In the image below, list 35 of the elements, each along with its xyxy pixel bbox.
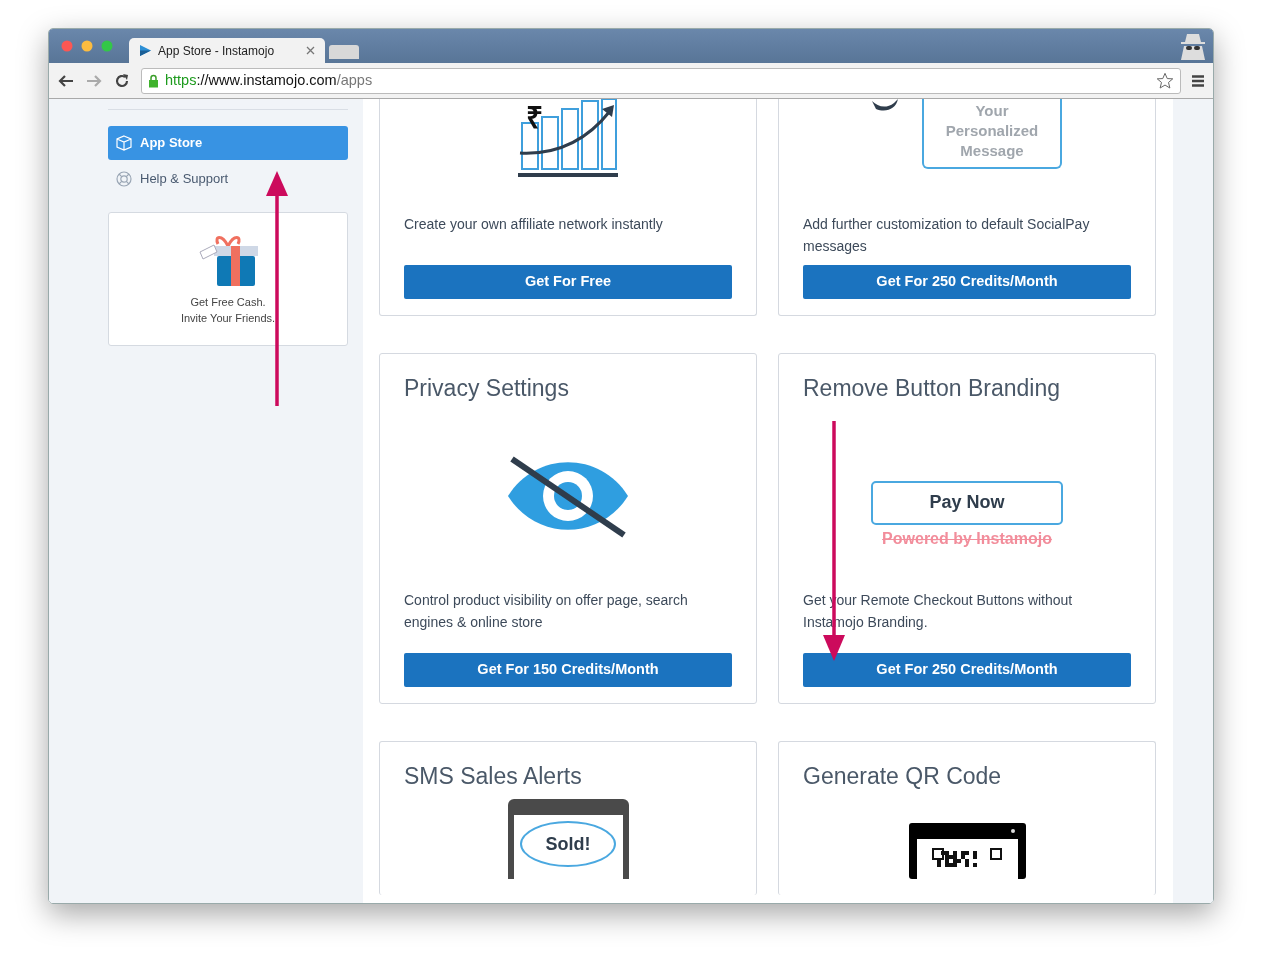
card-description: Add further customization to default SocialPay messages xyxy=(803,215,1091,256)
browser-tab[interactable]: App Store - Instamojo xyxy=(129,38,325,63)
card-title: Generate QR Code xyxy=(803,762,1003,790)
triangle-logo-icon xyxy=(139,44,152,57)
card-title: Privacy Settings xyxy=(404,374,570,402)
message-box: Your Personalized Message xyxy=(922,99,1062,169)
close-icon[interactable] xyxy=(306,46,315,55)
lifebuoy-icon xyxy=(116,171,132,187)
promo-card[interactable]: Get Free Cash. Invite Your Friends. xyxy=(108,212,348,346)
card-description: Control product visibility on offer page, search engines & online store xyxy=(404,591,689,632)
tab-title: App Store - Instamojo xyxy=(158,42,276,60)
cube-icon xyxy=(116,135,132,151)
reload-icon[interactable] xyxy=(113,71,131,90)
address-bar[interactable]: https://www.instamojo.com/apps xyxy=(141,67,1181,94)
forward-arrow-icon[interactable] xyxy=(85,72,103,89)
url-text: https://www.instamojo.com/apps xyxy=(165,70,374,90)
promo-text: Get Free Cash. Invite Your Friends. xyxy=(180,295,276,326)
qr-code-tablet-icon xyxy=(908,823,1026,879)
star-icon[interactable] xyxy=(1156,71,1174,90)
card-title: Remove Button Branding xyxy=(803,374,1061,402)
struck-text: Powered by Instamojo xyxy=(881,528,1053,549)
sold-bubble: Sold! xyxy=(520,821,616,867)
get-button[interactable]: Get For 150 Credits/Month xyxy=(404,653,732,687)
lock-icon xyxy=(148,73,159,88)
get-button[interactable]: Get For 250 Credits/Month xyxy=(803,265,1131,299)
get-button[interactable]: Get For Free xyxy=(404,265,732,299)
bar-chart-icon xyxy=(518,99,618,179)
back-arrow-icon[interactable] xyxy=(57,72,75,89)
pay-now-button[interactable]: Pay Now xyxy=(871,480,1063,525)
card-description: Create your own affiliate network instantly xyxy=(404,215,664,234)
get-button[interactable]: Get For 250 Credits/Month xyxy=(803,653,1131,687)
card-title: SMS Sales Alerts xyxy=(404,762,583,790)
minimize-window-icon[interactable] xyxy=(81,40,93,52)
sidebar-item[interactable]: Help & Support xyxy=(108,162,348,196)
menu-icon[interactable] xyxy=(1191,73,1205,88)
